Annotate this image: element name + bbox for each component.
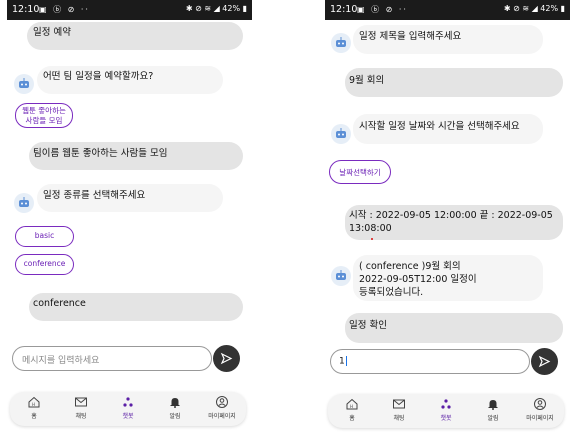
status-bar: 12:10 ▣ ⓑ ⊘ ·· ✱ ⊘ ≋ ◢ 42% ▮ (7, 0, 252, 20)
bell-icon (488, 400, 498, 410)
robot-icon (336, 37, 346, 47)
bot-message: ( conference )9월 회의 2022-09-05T12:00 일정이… (353, 255, 543, 301)
battery-level: 42% (540, 4, 559, 13)
conference-option-chip[interactable]: conference (15, 254, 74, 275)
bot-avatar (331, 33, 351, 53)
nav-mypage[interactable]: 마이페이지 (202, 395, 242, 420)
battery-icon: ▮ (242, 4, 247, 13)
nav-chat[interactable]: 채팅 (61, 395, 101, 420)
wifi-icon: ✱ ⊘ ≋ ◢ (503, 4, 538, 13)
notification-icons: ▣ ⓑ ⊘ ·· (357, 5, 408, 14)
team-option-chip[interactable]: 웹툰 좋아하는 사람들 모임 (15, 103, 73, 128)
text-caret (345, 356, 347, 366)
svg-text:H: H (350, 404, 353, 409)
nav-mypage[interactable]: 마이페이지 (520, 397, 560, 422)
status-time: 12:10 (330, 4, 358, 15)
user-message: conference (29, 293, 243, 321)
left-phone-screen: 12:10 ▣ ⓑ ⊘ ·· ✱ ⊘ ≋ ◢ 42% ▮ 일정 예약 어떤 팀 … (7, 0, 252, 443)
home-icon: H (346, 398, 358, 410)
wifi-icon: ✱ ⊘ ≋ ◢ (185, 4, 220, 13)
touch-indicator (371, 238, 373, 240)
bot-avatar (331, 266, 351, 286)
battery-icon: ▮ (560, 4, 565, 13)
user-message: 팀이름 웹툰 좋아하는 사람들 모임 (29, 142, 243, 170)
send-button[interactable] (531, 348, 558, 375)
robot-icon (19, 78, 29, 88)
send-icon (538, 355, 551, 368)
system-icons: ✱ ⊘ ≋ ◢ 42% ▮ (186, 4, 247, 13)
send-button[interactable] (213, 345, 240, 372)
bot-avatar (331, 124, 351, 144)
nav-alarm[interactable]: 알림 (473, 397, 513, 422)
basic-option-chip[interactable]: basic (15, 226, 74, 247)
status-bar: 12:10 ▣ ⓑ ⊘ ·· ✱ ⊘ ≋ ◢ 42% ▮ (325, 0, 570, 20)
nav-alarm[interactable]: 알림 (155, 395, 195, 420)
bot-message: 시작할 일정 날짜와 시간을 선택해주세요 (353, 114, 543, 144)
bot-message: 일정 종류를 선택해주세요 (37, 184, 223, 212)
bottom-nav: H 홈 채팅 챗봇 알림 마이페이지 (10, 392, 246, 426)
message-input[interactable]: 1 (330, 349, 530, 374)
battery-level: 42% (222, 4, 241, 13)
nav-home[interactable]: H 홈 (14, 395, 54, 420)
mail-icon (75, 397, 87, 407)
chatbot-icon (123, 397, 133, 407)
bottom-nav: H 홈 채팅 챗봇 알림 마이페이지 (328, 394, 564, 428)
svg-text:H: H (32, 402, 35, 407)
person-icon (216, 396, 228, 408)
right-phone-screen: 12:10 ▣ ⓑ ⊘ ·· ✱ ⊘ ≋ ◢ 42% ▮ 일정 제목을 입력해주… (325, 0, 570, 443)
message-input[interactable]: 메시지를 입력하세요 (12, 346, 212, 371)
user-message: 시작 : 2022-09-05 12:00:00 끝 : 2022-09-05 … (345, 205, 563, 240)
bell-icon (170, 398, 180, 408)
chatbot-icon (441, 399, 451, 409)
user-message: 9월 회의 (345, 68, 563, 97)
bot-message: 어떤 팀 일정을 예약할까요? (37, 66, 223, 94)
person-icon (534, 398, 546, 410)
send-icon (220, 352, 233, 365)
system-icons: ✱ ⊘ ≋ ◢ 42% ▮ (504, 4, 565, 13)
status-time: 12:10 (12, 4, 40, 15)
robot-icon (19, 197, 29, 207)
bot-avatar (14, 193, 34, 213)
nav-chat[interactable]: 채팅 (379, 397, 419, 422)
home-icon: H (28, 396, 40, 408)
mail-icon (393, 399, 405, 409)
user-message: 일정 확인 (345, 313, 563, 343)
date-select-chip[interactable]: 날짜선택하기 (329, 160, 391, 184)
bot-avatar (14, 74, 34, 94)
robot-icon (336, 128, 346, 138)
robot-icon (336, 270, 346, 280)
notification-icons: ▣ ⓑ ⊘ ·· (39, 5, 90, 14)
nav-chatbot[interactable]: 챗봇 (426, 397, 466, 422)
nav-chatbot[interactable]: 챗봇 (108, 395, 148, 420)
bot-message: 일정 제목을 입력해주세요 (353, 25, 543, 54)
user-message: 일정 예약 (27, 22, 243, 50)
nav-home[interactable]: H 홈 (332, 397, 372, 422)
